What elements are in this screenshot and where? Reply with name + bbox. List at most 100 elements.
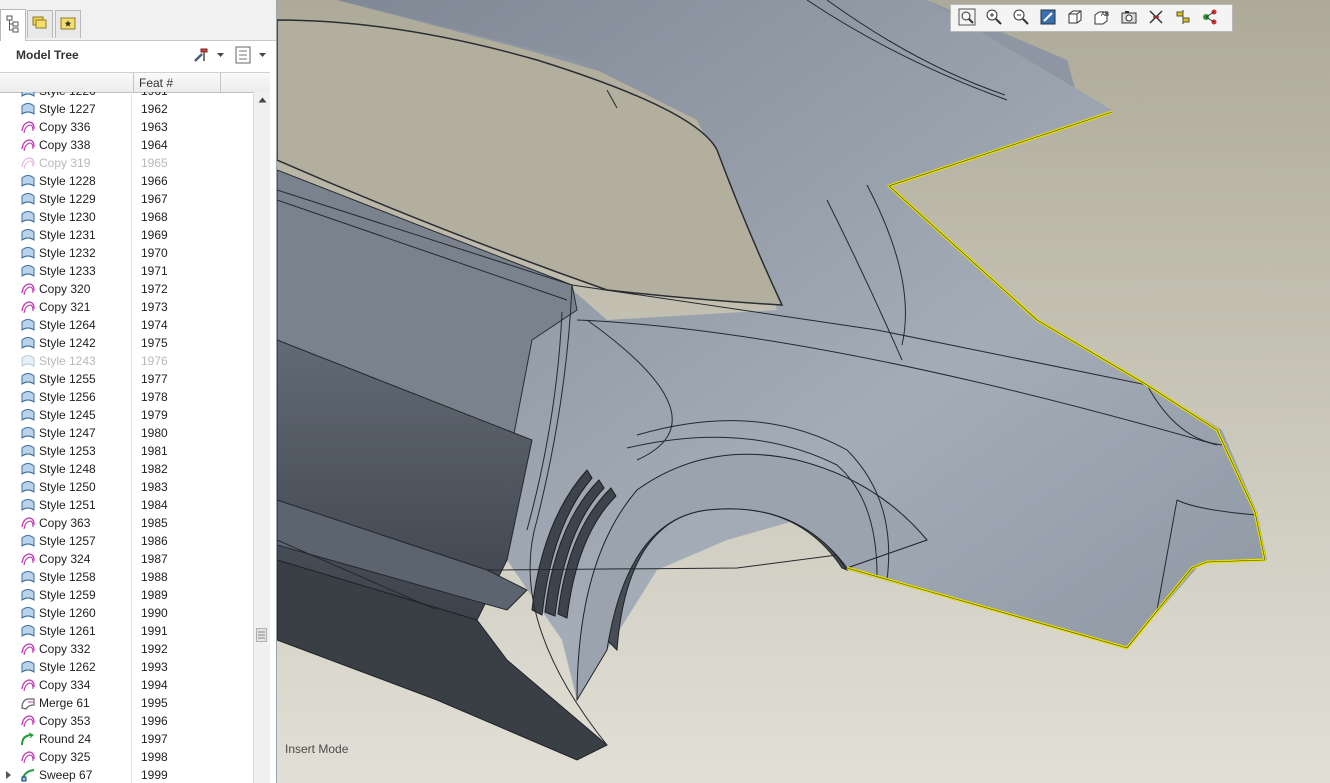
tree-row[interactable]: Round 24 1997 bbox=[0, 730, 253, 748]
feature-number: 1973 bbox=[141, 300, 168, 314]
tree-row[interactable]: Merge 61 1995 bbox=[0, 694, 253, 712]
style-feature-icon bbox=[20, 407, 36, 423]
tree-row[interactable]: Copy 334 1994 bbox=[0, 676, 253, 694]
tree-row[interactable]: Style 1245 1979 bbox=[0, 406, 253, 424]
refit-icon bbox=[958, 8, 976, 29]
feat-number-column-header[interactable]: Feat # bbox=[139, 76, 173, 90]
view-manager-button[interactable] bbox=[1117, 7, 1141, 29]
tree-row[interactable]: Style 1257 1986 bbox=[0, 532, 253, 550]
tree-row[interactable]: Copy 321 1973 bbox=[0, 298, 253, 316]
tree-row[interactable]: Style 1243 1976 bbox=[0, 352, 253, 370]
feature-number: 1999 bbox=[141, 768, 168, 782]
feature-number: 1972 bbox=[141, 282, 168, 296]
column-separator[interactable] bbox=[133, 73, 134, 92]
tree-row[interactable]: Copy 320 1972 bbox=[0, 280, 253, 298]
tree-row[interactable]: Style 1264 1974 bbox=[0, 316, 253, 334]
feature-number: 1994 bbox=[141, 678, 168, 692]
annotation-display-button[interactable] bbox=[1171, 7, 1195, 29]
tree-row[interactable]: Style 1229 1967 bbox=[0, 190, 253, 208]
tree-row[interactable]: Copy 325 1998 bbox=[0, 748, 253, 766]
feature-number: 1985 bbox=[141, 516, 168, 530]
tree-row[interactable]: Style 1260 1990 bbox=[0, 604, 253, 622]
feature-number: 1961 bbox=[141, 92, 168, 98]
tree-row[interactable]: Copy 338 1964 bbox=[0, 136, 253, 154]
feature-number: 1965 bbox=[141, 156, 168, 170]
favorites-tab[interactable] bbox=[55, 10, 81, 38]
refit-button[interactable] bbox=[955, 7, 979, 29]
model-tree-tab[interactable] bbox=[0, 9, 26, 41]
feature-name: Style 1262 bbox=[39, 660, 96, 674]
tree-row[interactable]: Style 1261 1991 bbox=[0, 622, 253, 640]
feature-name: Style 1255 bbox=[39, 372, 96, 386]
status-mode-text: Insert Mode bbox=[285, 742, 349, 756]
model-tree-header: Model Tree bbox=[0, 41, 276, 69]
repaint-button[interactable] bbox=[1036, 7, 1060, 29]
settings-tools-icon[interactable] bbox=[192, 46, 210, 64]
feature-number: 1969 bbox=[141, 228, 168, 242]
feature-name: Style 1256 bbox=[39, 390, 96, 404]
folder-browser-tab[interactable] bbox=[27, 10, 53, 38]
feature-name: Style 1259 bbox=[39, 588, 96, 602]
round-feature-icon bbox=[20, 731, 36, 747]
style-feature-icon bbox=[20, 533, 36, 549]
tree-row[interactable]: Style 1232 1970 bbox=[0, 244, 253, 262]
tree-row[interactable]: Style 1226 1961 bbox=[0, 92, 253, 100]
tree-row[interactable]: Copy 353 1996 bbox=[0, 712, 253, 730]
style-feature-icon bbox=[20, 101, 36, 117]
tree-row[interactable]: Style 1256 1978 bbox=[0, 388, 253, 406]
tree-scrollbar[interactable] bbox=[253, 92, 270, 783]
tree-row[interactable]: Style 1233 1971 bbox=[0, 262, 253, 280]
copy-feature-icon bbox=[20, 551, 36, 567]
model-tree-panel: Model Tree Feat # Style 12261961Style 12… bbox=[0, 0, 277, 783]
zoom-out-button[interactable] bbox=[1009, 7, 1033, 29]
saved-orientations-button[interactable]: AB bbox=[1090, 7, 1114, 29]
expand-arrow-icon[interactable] bbox=[6, 771, 11, 779]
settings-dropdown-arrow-icon[interactable] bbox=[217, 46, 225, 64]
tree-row[interactable]: Copy 336 1963 bbox=[0, 118, 253, 136]
tree-row[interactable]: Style 1255 1977 bbox=[0, 370, 253, 388]
display-style-button[interactable] bbox=[1063, 7, 1087, 29]
datum-display-button[interactable] bbox=[1144, 7, 1168, 29]
tree-row[interactable]: Style 1259 1989 bbox=[0, 586, 253, 604]
spin-center-button[interactable] bbox=[1198, 7, 1222, 29]
column-separator[interactable] bbox=[220, 73, 221, 92]
feature-name: Style 1261 bbox=[39, 624, 96, 638]
repaint-icon bbox=[1039, 8, 1057, 29]
tree-row[interactable]: Style 1247 1980 bbox=[0, 424, 253, 442]
tree-row[interactable]: Copy 319 1965 bbox=[0, 154, 253, 172]
zoom-in-button[interactable] bbox=[982, 7, 1006, 29]
copy-feature-icon bbox=[20, 641, 36, 657]
tree-row[interactable]: Copy 332 1992 bbox=[0, 640, 253, 658]
feature-number: 1977 bbox=[141, 372, 168, 386]
annotation-display-icon bbox=[1174, 8, 1192, 29]
tree-row[interactable]: Style 1230 1968 bbox=[0, 208, 253, 226]
show-dropdown-arrow-icon[interactable] bbox=[259, 46, 267, 64]
feature-number: 1978 bbox=[141, 390, 168, 404]
feature-number: 1968 bbox=[141, 210, 168, 224]
show-list-icon[interactable] bbox=[234, 46, 252, 64]
tree-row[interactable]: Style 1227 1962 bbox=[0, 100, 253, 118]
tree-row[interactable]: Style 1248 1982 bbox=[0, 460, 253, 478]
copy-feature-icon bbox=[20, 119, 36, 135]
graphics-viewport[interactable]: AB Insert Mode bbox=[277, 0, 1330, 783]
tree-row[interactable]: Copy 363 1985 bbox=[0, 514, 253, 532]
tree-row[interactable]: Style 1228 1966 bbox=[0, 172, 253, 190]
tree-row[interactable]: Style 1251 1984 bbox=[0, 496, 253, 514]
tree-row[interactable]: Style 1250 1983 bbox=[0, 478, 253, 496]
tree-row[interactable]: Style 1242 1975 bbox=[0, 334, 253, 352]
tree-column-header: Feat # bbox=[0, 72, 270, 93]
style-feature-icon bbox=[20, 371, 36, 387]
feature-name: Style 1230 bbox=[39, 210, 96, 224]
feature-name: Merge 61 bbox=[39, 696, 90, 710]
car-body-model[interactable] bbox=[277, 0, 1330, 783]
scrollbar-thumb[interactable] bbox=[256, 628, 267, 642]
tree-row[interactable]: Style 1231 1969 bbox=[0, 226, 253, 244]
tree-row[interactable]: Sweep 67 1999 bbox=[0, 766, 253, 783]
tree-row[interactable]: Style 1253 1981 bbox=[0, 442, 253, 460]
tree-row[interactable]: Style 1258 1988 bbox=[0, 568, 253, 586]
tree-row[interactable]: Style 1262 1993 bbox=[0, 658, 253, 676]
feature-name: Copy 338 bbox=[39, 138, 91, 152]
feature-number: 1992 bbox=[141, 642, 168, 656]
scroll-up-arrow-icon[interactable] bbox=[254, 92, 270, 108]
tree-row[interactable]: Copy 324 1987 bbox=[0, 550, 253, 568]
